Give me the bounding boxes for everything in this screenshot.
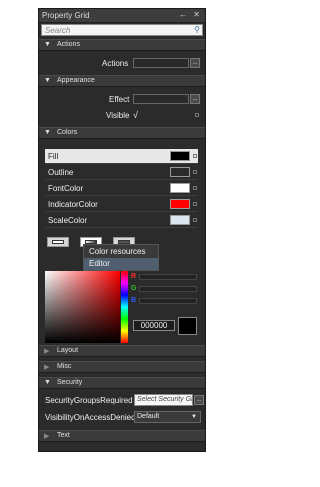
category-layout[interactable]: ▶ Layout <box>39 345 205 357</box>
category-appearance[interactable]: ▼ Appearance <box>39 75 205 87</box>
actions-editor-button[interactable]: ... <box>190 58 200 68</box>
collapse-arrow-icon: ▼ <box>44 41 51 48</box>
pin-close-buttons[interactable]: ← ✕ <box>179 10 202 19</box>
security-groups-editor-button[interactable]: ... <box>194 395 204 405</box>
hex-input[interactable]: 000000 <box>133 320 175 331</box>
channel-r-label: R <box>131 273 137 280</box>
property-row-actions: Actions ... <box>39 56 205 70</box>
effect-label: Effect <box>109 95 130 104</box>
visible-label: Visible <box>106 111 130 120</box>
security-groups-label: SecurityGroupsRequired <box>45 396 133 405</box>
channel-b-label: B <box>131 297 137 304</box>
search-input[interactable]: Search ⚲ <box>41 24 203 36</box>
category-actions[interactable]: ▼ Actions <box>39 39 205 51</box>
reset-dot[interactable] <box>193 154 197 158</box>
actions-field[interactable] <box>133 58 189 68</box>
effect-editor-button[interactable]: ... <box>190 94 200 104</box>
hue-slider[interactable] <box>121 271 128 343</box>
color-context-menu: Color resources Editor <box>83 244 159 271</box>
category-label: Colors <box>57 129 78 136</box>
title-bar: Property Grid ← ✕ <box>39 9 205 23</box>
channel-g-slider[interactable] <box>139 286 197 292</box>
color-row-scalecolor[interactable]: ScaleColor <box>45 213 198 228</box>
color-swatch[interactable] <box>170 183 190 193</box>
color-swatch[interactable] <box>170 215 190 225</box>
solid-brush-icon <box>52 240 64 244</box>
color-swatch[interactable] <box>170 199 190 209</box>
property-row-security-groups: SecurityGroupsRequired Select Security G… <box>39 393 205 408</box>
actions-label: Actions <box>102 59 129 68</box>
color-label: FontColor <box>48 184 84 193</box>
effect-field[interactable] <box>133 94 189 104</box>
visibility-value: Default <box>137 413 160 420</box>
category-label: Text <box>57 432 70 439</box>
category-colors[interactable]: ▼ Colors <box>39 127 205 139</box>
category-label: Actions <box>57 41 80 48</box>
visibility-label: VisibilityOnAccessDenied <box>45 413 136 422</box>
reset-dot[interactable] <box>193 186 197 190</box>
search-placeholder: Search <box>45 26 71 35</box>
channel-r-slider[interactable] <box>139 274 197 280</box>
category-label: Security <box>57 379 83 386</box>
color-row-fill[interactable]: Fill <box>45 149 198 164</box>
saturation-value-area[interactable] <box>45 271 120 343</box>
color-label: IndicatorColor <box>48 200 98 209</box>
color-label: Outline <box>48 168 74 177</box>
category-label: Appearance <box>57 77 95 84</box>
chevron-down-icon: ▼ <box>191 414 197 420</box>
category-label: Layout <box>57 347 79 354</box>
visible-checkbox[interactable]: √ <box>133 110 138 120</box>
reset-dot[interactable] <box>193 202 197 206</box>
panel-title: Property Grid <box>42 11 90 20</box>
category-label: Misc <box>57 363 72 370</box>
solid-brush-tab[interactable] <box>47 237 69 247</box>
reset-dot[interactable] <box>195 113 199 117</box>
color-row-outline[interactable]: Outline <box>45 165 198 180</box>
collapse-arrow-icon: ▼ <box>44 77 51 84</box>
color-swatch[interactable] <box>170 167 190 177</box>
color-row-indicatorcolor[interactable]: IndicatorColor <box>45 197 198 212</box>
reset-dot[interactable] <box>193 218 197 222</box>
channel-g-label: G <box>131 285 137 292</box>
color-preview <box>178 317 197 335</box>
property-row-effect: Effect ... <box>39 92 205 106</box>
color-label: ScaleColor <box>48 216 88 225</box>
category-security[interactable]: ▼ Security <box>39 377 205 389</box>
property-row-visible: Visible √ <box>39 108 205 122</box>
menu-item-editor[interactable]: Editor <box>84 258 158 270</box>
collapse-arrow-icon: ▼ <box>44 379 51 386</box>
reset-dot[interactable] <box>193 170 197 174</box>
search-icon[interactable]: ⚲ <box>194 25 200 34</box>
expand-arrow-icon: ▶ <box>44 433 50 440</box>
collapse-arrow-icon: ▼ <box>44 129 51 136</box>
color-row-fontcolor[interactable]: FontColor <box>45 181 198 196</box>
property-grid-panel: Property Grid ← ✕ Search ⚲ ▼ Actions Act… <box>38 8 206 452</box>
menu-item-color-resources[interactable]: Color resources <box>89 247 145 256</box>
category-text[interactable]: ▶ Text <box>39 430 205 442</box>
color-label: Fill <box>48 152 59 161</box>
security-groups-input[interactable]: Select Security Gr <box>134 394 193 406</box>
color-picker: R G B 000000 <box>45 271 197 343</box>
color-swatch[interactable] <box>170 151 190 161</box>
visibility-dropdown[interactable]: Default ▼ <box>134 411 201 423</box>
property-row-visibility: VisibilityOnAccessDenied Default ▼ <box>39 410 205 425</box>
channel-b-slider[interactable] <box>139 298 197 304</box>
category-misc[interactable]: ▶ Misc <box>39 361 205 373</box>
menu-item-editor-label: Editor <box>89 259 110 268</box>
expand-arrow-icon: ▶ <box>44 364 50 371</box>
expand-arrow-icon: ▶ <box>44 348 50 355</box>
